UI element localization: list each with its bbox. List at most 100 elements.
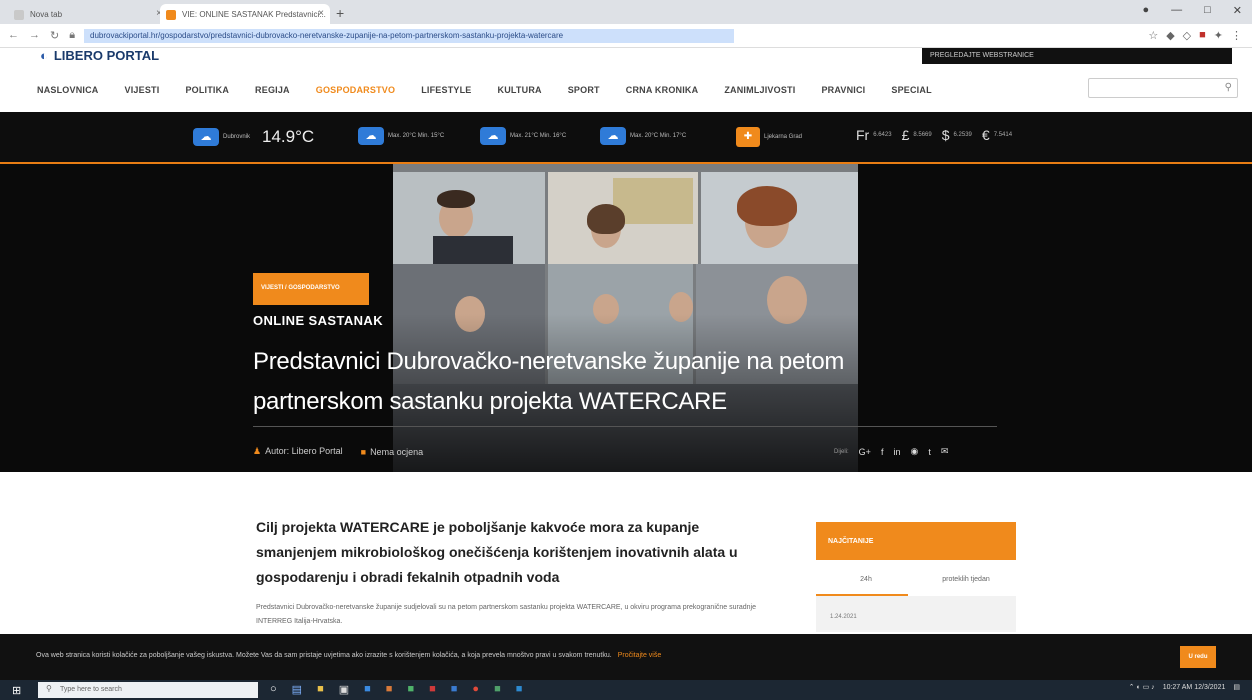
nav-item[interactable]: SPORT xyxy=(568,85,600,95)
google-plus-icon[interactable]: G+ xyxy=(859,447,871,457)
tab-week[interactable]: proteklih tjedan xyxy=(916,560,1016,596)
currency-value: 6.2539 xyxy=(953,132,972,138)
nav-item[interactable]: REGIJA xyxy=(255,85,290,95)
task-view-icon[interactable]: ○ xyxy=(270,683,277,696)
clock-date: 12/3/2021 xyxy=(1194,683,1226,691)
forecast-day: ☁ Max. 20°C Min. 15°C xyxy=(358,127,444,145)
article-headline: Predstavnici Dubrovačko-neretvanske župa… xyxy=(253,348,845,415)
tab-title: Nova tab xyxy=(30,10,63,19)
nav-item[interactable]: PRAVNICI xyxy=(821,85,865,95)
browser-tab-active[interactable]: VIE: ONLINE SASTANAK Predstavnici... × xyxy=(160,4,330,24)
app-icon[interactable]: ■ xyxy=(429,683,436,696)
profile-icon[interactable]: ● xyxy=(1142,4,1149,17)
window-controls: ● — □ ✕ xyxy=(1142,4,1242,17)
close-window-icon[interactable]: ✕ xyxy=(1233,4,1242,17)
lock-icon[interactable]: 🔒︎ xyxy=(69,29,75,42)
app-icon[interactable]: ■ xyxy=(494,683,501,696)
search-icon[interactable]: ⚲ xyxy=(1225,82,1232,93)
nav-item[interactable]: GOSPODARSTVO xyxy=(316,85,395,95)
user-icon: ♟ xyxy=(253,446,262,456)
linkedin-icon[interactable]: in xyxy=(893,447,900,457)
back-icon[interactable]: ← xyxy=(8,29,19,42)
comments[interactable]: ■ Nema ocjena xyxy=(361,447,423,457)
app-icon[interactable]: ■ xyxy=(516,683,523,696)
nav-item[interactable]: NASLOVNICA xyxy=(37,85,99,95)
tab-24h[interactable]: 24h xyxy=(816,560,916,596)
forecast-day: ☁ Max. 21°C Min. 16°C xyxy=(480,127,566,145)
nav-item[interactable]: POLITIKA xyxy=(185,85,229,95)
nav-item[interactable]: ZANIMLJIVOSTI xyxy=(724,85,795,95)
browser-tab[interactable]: Nova tab × xyxy=(8,4,168,24)
taskbar-apps: ○ ▤ ■ ▣ ■ ■ ■ ■ ■ ● ■ ■ xyxy=(270,683,522,696)
facebook-icon[interactable]: f xyxy=(881,447,884,457)
maximize-icon[interactable]: □ xyxy=(1204,4,1211,17)
pinterest-icon[interactable]: ◉ xyxy=(910,446,918,457)
taskbar-search[interactable]: ⚲ Type here to search xyxy=(38,682,258,698)
star-icon[interactable]: ☆ xyxy=(1148,29,1158,42)
logo-text: LIBERO PORTAL xyxy=(53,48,160,63)
tab-close-icon[interactable]: × xyxy=(318,8,324,19)
system-tray: ⌃ ◐ ▭ ♪ 10:27 AM 12/3/2021 ▤ xyxy=(1129,683,1240,692)
tab-title: VIE: ONLINE SASTANAK Predstavnici... xyxy=(182,10,326,19)
wall-map xyxy=(613,178,693,224)
article-body: Predstavnici Dubrovačko-neretvanske župa… xyxy=(256,604,756,625)
cloud-icon: ☁ xyxy=(600,127,626,145)
windows-start-icon[interactable]: ⊞ xyxy=(12,684,21,697)
hero-section: VIJESTI / GOSPODARSTVO ONLINE SASTANAK P… xyxy=(0,164,1252,472)
cookie-banner: Ova web stranica koristi kolačiće za pob… xyxy=(0,634,1252,680)
author[interactable]: ♟ Autor: Libero Portal xyxy=(253,446,343,457)
url-field[interactable]: dubrovackiportal.hr/gospodarstvo/predsta… xyxy=(84,29,734,43)
nav-item[interactable]: VIJESTI xyxy=(125,85,160,95)
currency-value: 7.5414 xyxy=(993,132,1013,138)
menu-icon[interactable]: ⋮ xyxy=(1231,29,1242,42)
nav-item[interactable]: LIFESTYLE xyxy=(421,85,471,95)
weather-currency-strip: ☁ Dubrovnik 14.9°C ☁ Max. 20°C Min. 15°C… xyxy=(0,112,1252,164)
store-icon[interactable]: ▣ xyxy=(339,683,349,696)
search-input[interactable]: ⚲ xyxy=(1088,78,1238,98)
extension-icon[interactable]: ◇ xyxy=(1183,29,1191,42)
cloud-icon: ☁ xyxy=(193,128,219,146)
nav-item[interactable]: KULTURA xyxy=(498,85,542,95)
currency-symbol: £ xyxy=(901,127,910,143)
cookie-accept-button[interactable]: U redu xyxy=(1180,646,1216,668)
reload-icon[interactable]: ↻ xyxy=(50,29,59,42)
currency-symbol: € xyxy=(981,127,990,143)
task-app-icon[interactable]: ▤ xyxy=(292,683,302,696)
app-icon[interactable]: ■ xyxy=(386,683,393,696)
clock[interactable]: 10:27 AM 12/3/2021 xyxy=(1163,684,1226,691)
chrome-icon[interactable]: ● xyxy=(472,683,479,696)
extension-icons: ☆ ◆ ◇ ■ ✦ ⋮ xyxy=(1148,29,1242,42)
active-tab-indicator xyxy=(816,594,908,596)
article-meta: ♟ Autor: Libero Portal ■ Nema ocjena xyxy=(253,446,423,457)
site-logo[interactable]: ◐ LIBERO PORTAL xyxy=(40,48,159,63)
app-icon[interactable]: ■ xyxy=(407,683,414,696)
twitter-icon[interactable]: t xyxy=(928,447,931,457)
notifications-icon[interactable]: ▤ xyxy=(1233,683,1240,691)
category-badge[interactable]: VIJESTI / GOSPODARSTVO xyxy=(253,273,369,305)
puzzle-icon[interactable]: ✦ xyxy=(1214,29,1223,42)
pharmacy[interactable]: ✚ Ljekarna Grad xyxy=(736,127,802,147)
nav-item[interactable]: CRNA KRONIKA xyxy=(626,85,699,95)
email-icon[interactable]: ✉ xyxy=(941,446,949,457)
extension-icon[interactable]: ◆ xyxy=(1166,29,1174,42)
comments-label: Nema ocjena xyxy=(370,446,424,457)
tray-icons[interactable]: ⌃ ◐ ▭ ♪ xyxy=(1129,683,1155,691)
widget-row[interactable]: 1.24.2021 xyxy=(816,596,1016,632)
nav-item[interactable]: SPECIAL xyxy=(891,85,931,95)
file-explorer-icon[interactable]: ■ xyxy=(317,683,324,696)
top-banner[interactable]: PREGLEDAJTE WEBSTRANICE xyxy=(922,48,1232,64)
forecast-label: Max. 20°C Min. 17°C xyxy=(630,133,687,139)
app-icon[interactable]: ■ xyxy=(451,683,458,696)
cookie-more-link[interactable]: Pročitajte više xyxy=(618,652,662,659)
clock-time: 10:27 AM xyxy=(1162,683,1193,691)
article-kicker: ONLINE SASTANAK xyxy=(253,313,383,328)
cookie-message: Ova web stranica koristi kolačiće za pob… xyxy=(36,652,612,659)
city-label: Dubrovnik xyxy=(223,134,251,140)
adblock-icon[interactable]: ■ xyxy=(1199,29,1206,42)
mail-icon[interactable]: ■ xyxy=(364,683,371,696)
minimize-icon[interactable]: — xyxy=(1171,4,1182,17)
new-tab-icon[interactable]: + xyxy=(336,5,344,21)
forward-icon[interactable]: → xyxy=(29,29,40,42)
participant-hair xyxy=(437,190,475,208)
hero-divider xyxy=(253,426,997,427)
